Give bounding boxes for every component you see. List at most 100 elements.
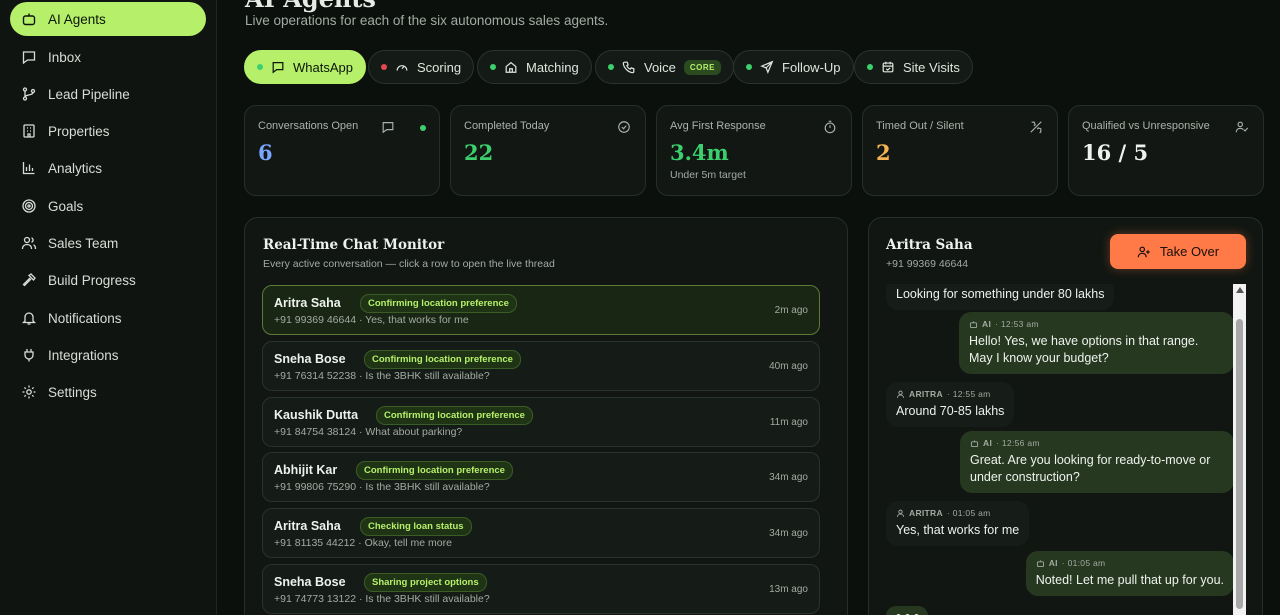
message-bubble: ARITRA · 12:55 am Around 70-85 lakhs [886,382,1015,428]
users-icon [21,236,37,250]
conversation-row[interactable]: Abhijit Kar Confirming location preferen… [262,452,820,502]
sidebar-item-notifications[interactable]: Notifications [10,301,206,335]
live-dot [420,125,426,131]
tab-matching[interactable]: Matching [477,50,592,84]
message-text: Yes, that works for me [896,523,1020,538]
last-message: +91 99369 46644 · Yes, that works for me [274,314,469,326]
message-time: · 12:55 am [946,389,991,399]
last-message: +91 74773 13122 · Is the 3BHK still avai… [274,593,490,605]
contact-name: Aritra Saha [886,237,973,253]
sender-label: ARITRA [909,508,943,518]
message-text: Great. Are you looking for ready-to-move… [970,453,1211,485]
bot-icon [970,440,979,448]
message-list[interactable]: Looking for something under 80 lakhs AI … [879,284,1234,615]
page-title: AI Agents [245,0,376,13]
gauge-icon [396,65,408,71]
message-square-icon [22,51,36,65]
last-message: +91 81135 44212 · Okay, tell me more [274,537,452,549]
tab-whatsapp[interactable]: WhatsApp [244,50,366,84]
contact-name: Aritra Saha [274,296,341,310]
message-meta: AI · 12:53 am [969,319,1224,330]
timestamp: 11m ago [769,417,808,428]
message-bubble: ARITRA · 01:05 am Yes, that works for me [886,501,1030,547]
contact-name: Sneha Bose [274,575,346,589]
message-meta: ARITRA · 12:55 am [896,389,1004,400]
sidebar-item-label: Integrations [48,347,119,363]
take-over-button[interactable]: Take Over [1110,234,1246,269]
scrollbar-thumb[interactable] [1236,319,1243,609]
status-dot [608,64,614,70]
sidebar: AI Agents Inbox Lead Pipeline Properties… [0,0,217,615]
message-meta: ARITRA · 01:05 am [896,508,1019,519]
sidebar-item-analytics[interactable]: Analytics [10,151,206,185]
sidebar-item-ai-agents[interactable]: AI Agents [10,2,206,36]
sidebar-item-integrations[interactable]: Integrations [10,338,206,372]
contact-name: Aritra Saha [274,519,341,533]
sidebar-item-goals[interactable]: Goals [10,189,206,223]
message-text: Around 70-85 lakhs [896,404,1005,419]
status-dot [746,64,752,70]
sidebar-item-lead-pipeline[interactable]: Lead Pipeline [10,77,206,111]
stat-card-qualified-vs-unresponsive: Qualified vs Unresponsive 16 / 5 [1068,105,1264,196]
conversation-row[interactable]: Sneha Bose Confirming location preferenc… [262,341,820,391]
tab-scoring[interactable]: Scoring [368,50,475,84]
take-over-label: Take Over [1159,244,1220,259]
plug-icon [24,349,34,362]
typing-indicator [886,606,928,615]
page-subtitle: Live operations for each of the six auto… [245,13,609,28]
message-bubble: AI · 01:05 am Noted! Let me pull that up… [1025,551,1234,597]
bell-icon [21,312,37,325]
sidebar-item-label: Build Progress [48,272,136,288]
sidebar-item-inbox[interactable]: Inbox [10,40,206,74]
tab-voice[interactable]: Voice CORE [595,50,734,84]
sidebar-item-sales-team[interactable]: Sales Team [10,226,206,260]
conversation-row[interactable]: Sneha Bose Sharing project options +91 7… [262,564,820,614]
sidebar-item-label: Analytics [48,160,103,176]
bot-icon [22,13,36,26]
conversation-row[interactable]: Aritra Saha Confirming location preferen… [262,285,820,335]
user-icon [896,509,905,518]
user-plus-icon [1137,246,1150,257]
stat-label: Avg First Response [670,120,766,132]
sidebar-item-settings[interactable]: Settings [10,375,206,409]
message-bubble: AI · 12:56 am Great. Are you looking for… [960,431,1234,494]
chat-scrollbar[interactable] [1233,284,1246,615]
sidebar-item-properties[interactable]: Properties [10,114,206,148]
scroll-up-arrow-icon[interactable] [1236,287,1244,293]
status-dot [381,64,387,70]
conversation-row[interactable]: Kaushik Dutta Confirming location prefer… [262,397,820,447]
user-icon [896,390,905,399]
message-time: · 01:05 am [1061,558,1106,568]
conversation-row[interactable]: Aritra Saha Checking loan status +91 811… [262,508,820,558]
status-badge: Confirming location preference [360,294,517,313]
sidebar-item-build-progress[interactable]: Build Progress [10,263,206,297]
sidebar-item-label: Goals [48,198,84,214]
bot-icon [1036,560,1044,568]
tab-label: Site Visits [903,59,960,75]
message-bubble: AI · 12:53 am Hello! Yes, we have option… [959,312,1234,375]
gear-icon [22,385,36,399]
message-text: Noted! Let me pull that up for you. [1035,573,1224,588]
sidebar-item-label: Inbox [48,49,82,65]
stat-card-avg-first-response: Avg First Response 3.4m Under 5m target [656,105,852,196]
stat-card-timed-out: Timed Out / Silent 2 [862,105,1058,196]
tab-site-visits[interactable]: Site Visits [854,50,973,84]
status-badge: Checking loan status [360,517,472,536]
stat-label: Conversations Open [258,120,359,132]
tab-follow-up[interactable]: Follow-Up [733,50,854,84]
stat-label: Timed Out / Silent [876,120,964,132]
timestamp: 13m ago [769,584,808,595]
calendar-icon [882,61,894,73]
contact-phone: +91 99369 46644 [886,258,969,270]
timestamp: 34m ago [769,528,808,539]
sender-label: AI [982,319,992,329]
message-bubble: Looking for something under 80 lakhs [886,284,1115,310]
stat-value: 3.4m [670,140,729,165]
tab-label: WhatsApp [293,59,353,75]
status-dot [257,64,263,70]
user-check-icon [1235,121,1249,133]
bar-chart-icon [22,162,35,175]
status-dot [490,64,496,70]
home-icon [505,61,517,73]
last-message: +91 99806 75290 · Is the 3BHK still avai… [274,481,490,493]
